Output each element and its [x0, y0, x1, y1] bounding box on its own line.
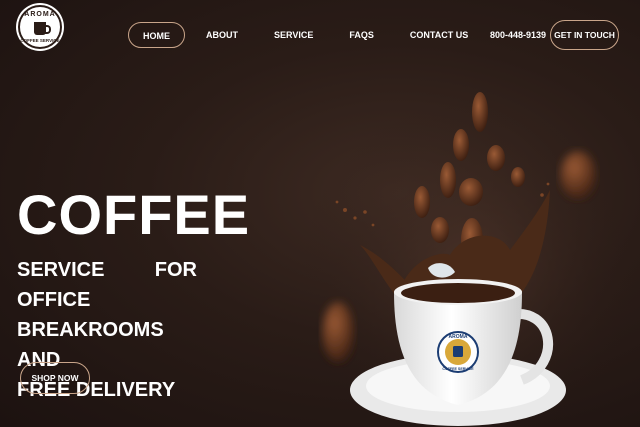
phone-number[interactable]: 800-448-9139	[490, 30, 546, 40]
nav-item-home[interactable]: HOME	[128, 22, 185, 48]
logo-top-text: AROMA	[24, 11, 56, 18]
logo-badge: AROMA COFFEE SERVICE	[18, 5, 62, 49]
cup-logo-top: AROMA	[449, 334, 468, 340]
brand-logo[interactable]: AROMA COFFEE SERVICE	[16, 3, 64, 51]
hero-line-1: SERVICE FOR OFFICE	[17, 259, 197, 311]
nav-item-contact[interactable]: CONTACT US	[410, 30, 468, 40]
shop-now-button[interactable]: SHOP NOW	[20, 362, 90, 394]
coffee-cup-logo-icon	[34, 22, 51, 35]
nav-item-about[interactable]: ABOUT	[206, 30, 238, 40]
nav-item-faqs[interactable]: FAQS	[349, 30, 374, 40]
nav-item-service[interactable]: SERVICE	[274, 30, 313, 40]
main-nav: HOME ABOUT SERVICE FAQS CONTACT US	[128, 22, 468, 48]
coffee-hero-image: AROMA COFFEE SERVICE	[300, 92, 640, 427]
cup-logo-bottom: COFFEE SERVICE	[442, 367, 474, 371]
logo-bottom-text: COFFEE SERVICE	[20, 38, 60, 43]
hero-title: COFFEE	[17, 183, 251, 246]
get-in-touch-button[interactable]: GET IN TOUCH	[550, 20, 619, 50]
